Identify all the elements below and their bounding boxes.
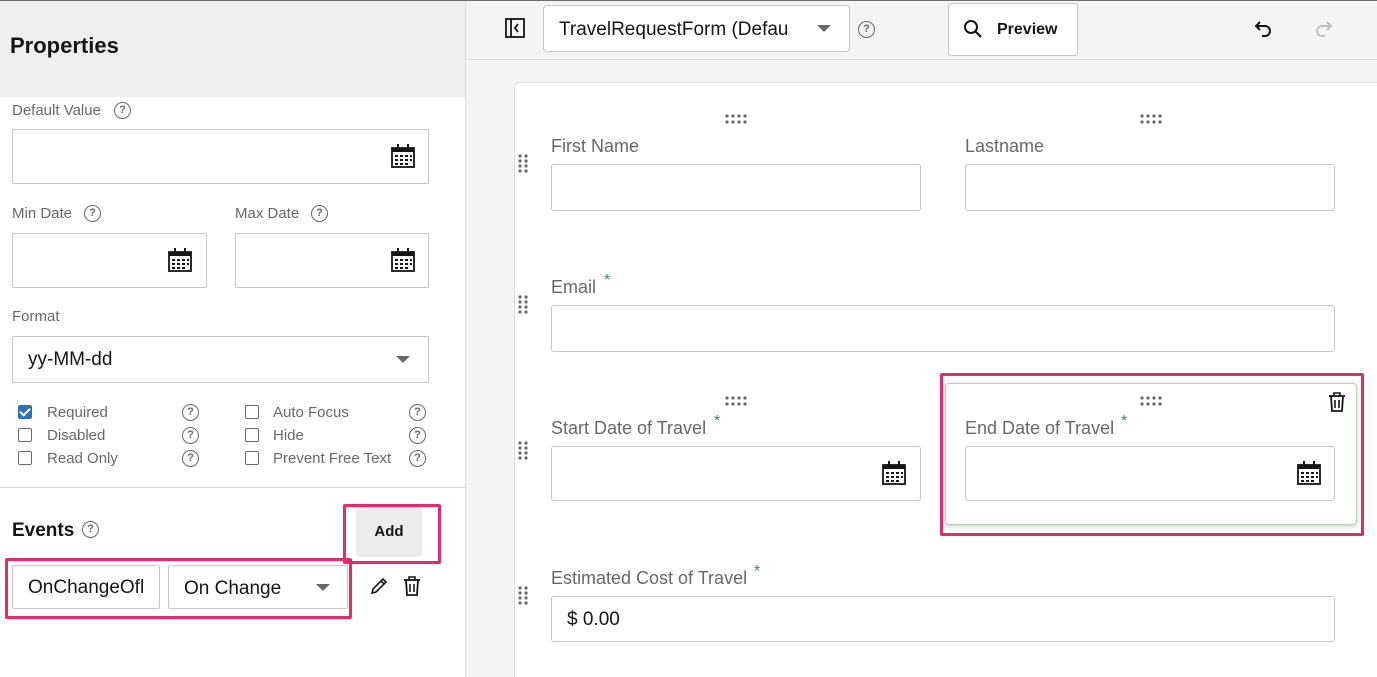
required-marker: * (754, 563, 761, 580)
drag-handle-icon[interactable] (518, 154, 528, 174)
properties-panel: Properties Default Value ? Min Date ? Ma… (0, 0, 466, 677)
help-icon[interactable]: ? (82, 521, 99, 538)
help-icon[interactable]: ? (182, 404, 199, 421)
min-date-input[interactable] (12, 233, 207, 288)
lastname-label: Lastname (965, 136, 1045, 156)
read-only-checkbox[interactable] (18, 451, 32, 465)
drag-handle-icon[interactable] (1140, 396, 1162, 406)
disabled-checkbox[interactable] (18, 428, 32, 442)
drag-handle-icon[interactable] (725, 114, 747, 124)
drag-handle-icon[interactable] (518, 295, 528, 315)
add-event-button[interactable]: Add (356, 507, 422, 557)
start-date-input[interactable] (551, 446, 921, 501)
drag-handle-icon[interactable] (725, 396, 747, 406)
form-selector[interactable]: TravelRequestForm (Default) (543, 5, 850, 52)
email-label: Email (551, 277, 597, 297)
search-icon (964, 20, 982, 38)
estimated-cost-label: Estimated Cost of Travel (551, 568, 748, 588)
help-icon[interactable]: ? (858, 21, 875, 38)
email-input[interactable] (551, 305, 1335, 352)
estimated-cost-input[interactable]: $ 0.00 (551, 596, 1335, 642)
prevent-free-text-checkbox[interactable] (245, 451, 259, 465)
collapse-panel-icon[interactable] (505, 18, 525, 38)
properties-header: Properties (0, 1, 465, 97)
read-only-label: Read Only (47, 450, 118, 467)
calendar-icon[interactable] (1296, 460, 1322, 486)
drag-handle-icon[interactable] (518, 586, 528, 606)
event-name-input[interactable]: OnChangeOfl (12, 565, 160, 609)
required-marker: * (604, 272, 611, 289)
first-name-input[interactable] (551, 164, 921, 211)
help-icon[interactable]: ? (409, 427, 426, 444)
event-trigger-value: On Change (184, 578, 282, 599)
first-name-label: First Name (551, 136, 640, 156)
undo-icon[interactable] (1251, 18, 1273, 40)
default-value-input[interactable] (12, 129, 429, 184)
trash-icon[interactable] (1327, 391, 1347, 413)
min-date-label: Min Date (12, 205, 73, 222)
events-title: Events (12, 520, 75, 541)
prevent-free-text-label: Prevent Free Text (273, 450, 392, 467)
chevron-down-icon (316, 584, 330, 591)
required-checkbox[interactable] (18, 405, 32, 419)
chevron-down-icon (817, 25, 831, 32)
drag-handle-icon[interactable] (518, 441, 528, 461)
default-value-label: Default Value (12, 102, 101, 119)
calendar-icon[interactable] (390, 143, 416, 169)
hide-label: Hide (273, 427, 304, 444)
calendar-icon[interactable] (881, 460, 907, 486)
edit-icon[interactable] (369, 576, 389, 596)
trash-icon[interactable] (402, 575, 422, 597)
calendar-icon[interactable] (390, 247, 416, 273)
required-marker: * (714, 413, 721, 430)
disabled-label: Disabled (47, 427, 106, 444)
preview-label: Preview (997, 21, 1058, 38)
event-trigger-select[interactable]: On Change (168, 565, 348, 609)
properties-title: Properties (10, 33, 119, 58)
help-icon[interactable]: ? (409, 404, 426, 421)
format-value: yy-MM-dd (28, 349, 113, 370)
redo-icon[interactable] (1314, 18, 1336, 40)
auto-focus-checkbox[interactable] (245, 405, 259, 419)
hide-checkbox[interactable] (245, 428, 259, 442)
end-date-input[interactable] (965, 446, 1335, 501)
help-icon[interactable]: ? (114, 102, 131, 119)
event-name-value: OnChangeOfl (28, 577, 145, 598)
top-border (466, 0, 1377, 1)
required-label: Required (47, 404, 108, 421)
max-date-input[interactable] (235, 233, 429, 288)
lastname-input[interactable] (965, 164, 1335, 211)
chevron-down-icon (396, 356, 410, 363)
help-icon[interactable]: ? (409, 450, 426, 467)
estimated-cost-value: $ 0.00 (567, 609, 620, 630)
help-icon[interactable]: ? (182, 427, 199, 444)
required-marker: * (1121, 413, 1128, 430)
end-date-label: End Date of Travel (965, 418, 1115, 438)
help-icon[interactable]: ? (311, 205, 328, 222)
auto-focus-label: Auto Focus (273, 404, 349, 421)
help-icon[interactable]: ? (182, 450, 199, 467)
format-select[interactable]: yy-MM-dd (12, 336, 429, 383)
help-icon[interactable]: ? (84, 205, 101, 222)
max-date-label: Max Date (235, 205, 300, 222)
calendar-icon[interactable] (167, 247, 193, 273)
toolbar: TravelRequestForm (Default) ? Preview (466, 0, 1377, 60)
divider (0, 487, 465, 488)
form-selector-value: TravelRequestForm (Default) (559, 19, 787, 40)
preview-button[interactable]: Preview (948, 3, 1078, 56)
drag-handle-icon[interactable] (1140, 114, 1162, 124)
format-label: Format (12, 308, 60, 325)
start-date-label: Start Date of Travel (551, 418, 707, 438)
